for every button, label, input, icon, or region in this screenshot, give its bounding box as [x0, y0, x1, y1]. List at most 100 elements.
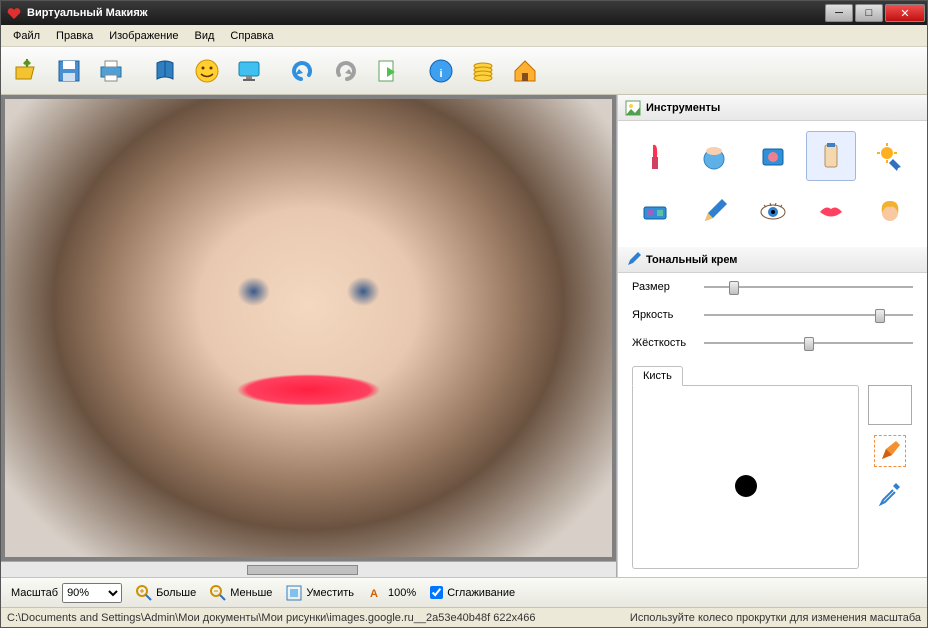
bottom-bar: Масштаб 90% Больше Меньше Уместить A100%…	[1, 577, 927, 607]
smooth-label: Сглаживание	[447, 587, 515, 599]
brush-tab[interactable]: Кисть	[632, 366, 683, 386]
brush-area: Кисть	[632, 365, 913, 569]
menu-view[interactable]: Вид	[187, 27, 223, 45]
tool-foundation[interactable]	[806, 131, 856, 181]
zoom-in-button[interactable]: Больше	[136, 585, 196, 601]
status-path: C:\Documents and Settings\Admin\Мои доку…	[7, 612, 535, 624]
display-button[interactable]	[229, 51, 269, 91]
app-icon	[7, 6, 21, 20]
powder-icon	[699, 141, 729, 171]
folder-open-icon	[13, 57, 41, 85]
statusbar: C:\Documents and Settings\Admin\Мои доку…	[1, 607, 927, 627]
section-header: Тональный крем	[618, 247, 927, 273]
menu-image[interactable]: Изображение	[101, 27, 186, 45]
menu-file[interactable]: Файл	[5, 27, 48, 45]
print-button[interactable]	[91, 51, 131, 91]
smooth-checkbox[interactable]	[430, 586, 443, 599]
undo-icon	[289, 57, 317, 85]
size-slider-row: Размер	[618, 273, 927, 301]
tool-eye[interactable]	[748, 187, 798, 237]
coins-button[interactable]	[463, 51, 503, 91]
hardness-label: Жёсткость	[632, 337, 694, 349]
tool-eyeshadow[interactable]	[630, 187, 680, 237]
main-toolbar: i	[1, 47, 927, 95]
floppy-icon	[55, 57, 83, 85]
open-button[interactable]	[7, 51, 47, 91]
paintbrush-icon	[878, 439, 902, 463]
horizontal-scrollbar[interactable]	[1, 561, 616, 577]
brightness-slider[interactable]	[704, 305, 913, 325]
zoom-label: Масштаб	[11, 587, 58, 599]
hundred-icon: A	[368, 585, 384, 601]
redo-button[interactable]	[325, 51, 365, 91]
info-button[interactable]: i	[421, 51, 461, 91]
size-label: Размер	[632, 281, 694, 293]
close-button[interactable]: ✕	[885, 4, 925, 22]
book-icon	[151, 57, 179, 85]
eyedropper-tool[interactable]	[874, 477, 906, 509]
blush-icon	[758, 141, 788, 171]
right-panel: Инструменты Тональный крем Размер	[617, 95, 927, 577]
tool-powder[interactable]	[689, 131, 739, 181]
swatch-column	[867, 385, 913, 569]
brush-small-icon	[626, 253, 640, 267]
hardness-slider-row: Жёсткость	[618, 329, 927, 357]
eyeshadow-icon	[640, 197, 670, 227]
brush-preview: Кисть	[632, 385, 859, 569]
section-title: Тональный крем	[646, 254, 737, 266]
eye-icon	[758, 197, 788, 227]
smiley-icon	[193, 57, 221, 85]
tool-lipstick[interactable]	[630, 131, 680, 181]
effects-button[interactable]	[187, 51, 227, 91]
zoom-control: Масштаб 90%	[11, 583, 122, 603]
main-area: Инструменты Тональный крем Размер	[1, 95, 927, 577]
svg-text:A: A	[370, 588, 378, 600]
sun-icon	[875, 141, 905, 171]
tool-sun[interactable]	[865, 131, 915, 181]
scrollbar-thumb[interactable]	[247, 565, 358, 575]
save-button[interactable]	[49, 51, 89, 91]
tools-panel-header: Инструменты	[618, 95, 927, 121]
hardness-knob[interactable]	[804, 337, 814, 351]
fit-button[interactable]: Уместить	[286, 585, 354, 601]
printer-icon	[97, 57, 125, 85]
foundation-icon	[816, 141, 846, 171]
hundred-button[interactable]: A100%	[368, 585, 416, 601]
menu-edit[interactable]: Правка	[48, 27, 101, 45]
hardness-slider[interactable]	[704, 333, 913, 353]
eyedropper-icon	[878, 481, 902, 505]
size-knob[interactable]	[729, 281, 739, 295]
history-button[interactable]	[145, 51, 185, 91]
canvas-area	[1, 95, 617, 577]
tool-pencil[interactable]	[689, 187, 739, 237]
tool-blush[interactable]	[748, 131, 798, 181]
size-slider[interactable]	[704, 277, 913, 297]
color-swatch[interactable]	[868, 385, 912, 425]
maximize-button[interactable]: □	[855, 4, 883, 22]
photo-canvas[interactable]	[5, 99, 612, 557]
menu-help[interactable]: Справка	[222, 27, 281, 45]
paint-tool[interactable]	[874, 435, 906, 467]
brightness-knob[interactable]	[875, 309, 885, 323]
image-icon	[626, 101, 640, 115]
zoom-in-icon	[136, 585, 152, 601]
smooth-checkbox-wrap[interactable]: Сглаживание	[430, 586, 515, 599]
tool-hair[interactable]	[865, 187, 915, 237]
redo-icon	[331, 57, 359, 85]
pencil-icon	[699, 197, 729, 227]
coins-icon	[469, 57, 497, 85]
titlebar[interactable]: Виртуальный Макияж ─ □ ✕	[1, 1, 927, 25]
brightness-label: Яркость	[632, 309, 694, 321]
window-title: Виртуальный Макияж	[27, 7, 825, 19]
app-window: Виртуальный Макияж ─ □ ✕ Файл Правка Изо…	[0, 0, 928, 628]
tool-grid	[618, 121, 927, 247]
lips-icon	[816, 197, 846, 227]
minimize-button[interactable]: ─	[825, 4, 853, 22]
export-button[interactable]	[367, 51, 407, 91]
undo-button[interactable]	[283, 51, 323, 91]
zoom-out-button[interactable]: Меньше	[210, 585, 272, 601]
canvas-viewport[interactable]	[1, 95, 616, 561]
home-button[interactable]	[505, 51, 545, 91]
zoom-select[interactable]: 90%	[62, 583, 122, 603]
tool-lips[interactable]	[806, 187, 856, 237]
